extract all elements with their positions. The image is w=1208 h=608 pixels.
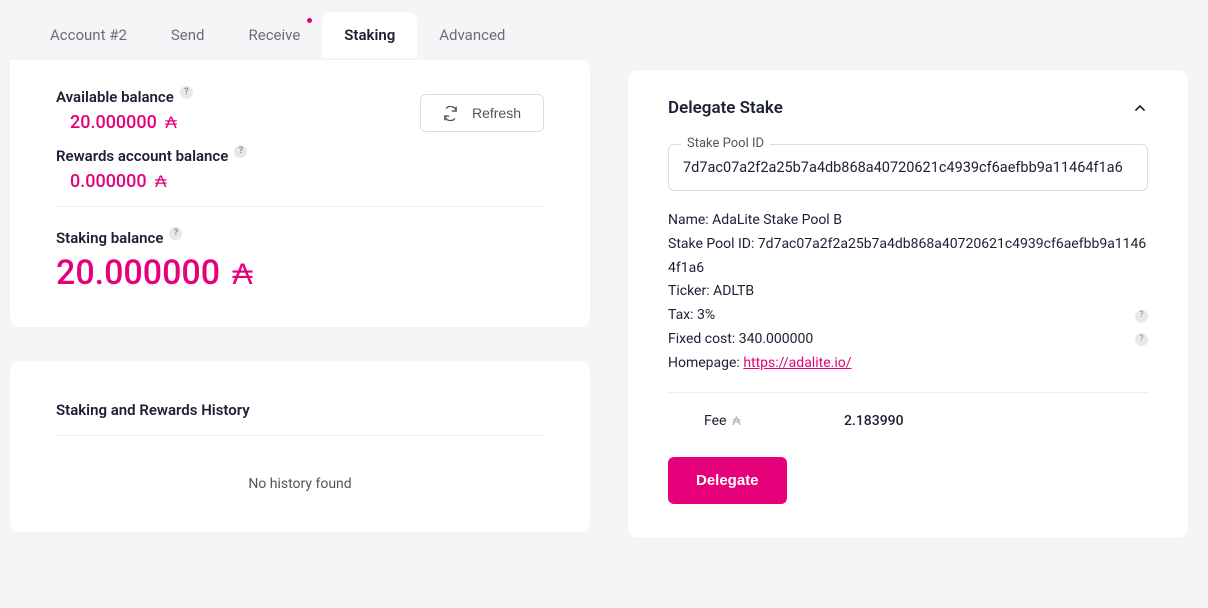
divider bbox=[56, 435, 544, 436]
delegate-button[interactable]: Delegate bbox=[668, 457, 787, 504]
fee-label: Fee bbox=[704, 413, 726, 429]
tab-receive[interactable]: Receive bbox=[227, 12, 323, 58]
help-icon[interactable]: ? bbox=[1135, 310, 1148, 323]
homepage-link[interactable]: https://adalite.io/ bbox=[743, 355, 851, 371]
tabs-bar: Account #2 Send Receive Staking Advanced bbox=[10, 10, 590, 60]
currency-icon: ₳ bbox=[165, 113, 176, 132]
fee-row: Fee ₳ 2.183990 bbox=[668, 413, 1148, 429]
pool-id-field[interactable]: Stake Pool ID 7d7ac07a2f2a25b7a4db868a40… bbox=[668, 144, 1148, 191]
delegate-card: Delegate Stake Stake Pool ID 7d7ac07a2f2… bbox=[628, 70, 1188, 538]
pool-info: Name: AdaLite Stake Pool B Stake Pool ID… bbox=[668, 209, 1148, 376]
help-icon[interactable]: ? bbox=[169, 227, 182, 240]
staking-balance-label: Staking balance bbox=[56, 229, 163, 247]
help-icon[interactable]: ? bbox=[1135, 333, 1148, 346]
chevron-up-icon[interactable] bbox=[1132, 100, 1148, 116]
pool-fullid-row: Stake Pool ID: 7d7ac07a2f2a25b7a4db868a4… bbox=[668, 233, 1148, 281]
help-icon[interactable]: ? bbox=[180, 86, 193, 99]
pool-tax-row: Tax: 3% ? bbox=[668, 304, 1148, 328]
balances-card: Available balance ? 20.000000 ₳ Refresh bbox=[10, 60, 590, 327]
history-empty: No history found bbox=[56, 476, 544, 492]
delegate-title: Delegate Stake bbox=[668, 98, 783, 118]
pool-ticker-row: Ticker: ADLTB bbox=[668, 280, 1148, 304]
tab-advanced[interactable]: Advanced bbox=[417, 12, 527, 58]
divider bbox=[668, 392, 1148, 393]
available-balance-value: 20.000000 ₳ bbox=[56, 112, 193, 133]
currency-icon: ₳ bbox=[155, 172, 166, 191]
rewards-balance-label: Rewards account balance bbox=[56, 147, 228, 165]
currency-icon: ₳ bbox=[732, 414, 740, 428]
tab-send[interactable]: Send bbox=[149, 12, 227, 58]
fee-value: 2.183990 bbox=[844, 413, 904, 429]
history-card: Staking and Rewards History No history f… bbox=[10, 361, 590, 532]
help-icon[interactable]: ? bbox=[234, 145, 247, 158]
pool-homepage-row: Homepage: https://adalite.io/ bbox=[668, 352, 1148, 376]
notification-dot-icon bbox=[307, 18, 312, 23]
pool-fixedcost-row: Fixed cost: 340.000000 ? bbox=[668, 328, 1148, 352]
refresh-button[interactable]: Refresh bbox=[420, 94, 544, 132]
tab-account[interactable]: Account #2 bbox=[28, 12, 149, 58]
history-title: Staking and Rewards History bbox=[56, 401, 544, 419]
tab-staking[interactable]: Staking bbox=[322, 12, 417, 58]
pool-name-row: Name: AdaLite Stake Pool B bbox=[668, 209, 1148, 233]
rewards-balance-value: 0.000000 ₳ bbox=[56, 171, 544, 192]
refresh-icon bbox=[443, 106, 458, 121]
divider bbox=[56, 206, 544, 207]
pool-id-legend: Stake Pool ID bbox=[681, 136, 770, 151]
pool-id-value: 7d7ac07a2f2a25b7a4db868a40720621c4939cf6… bbox=[683, 159, 1133, 176]
currency-icon: ₳ bbox=[233, 258, 253, 291]
available-balance-label: Available balance bbox=[56, 88, 174, 106]
staking-balance-value: 20.000000 ₳ bbox=[56, 253, 544, 293]
